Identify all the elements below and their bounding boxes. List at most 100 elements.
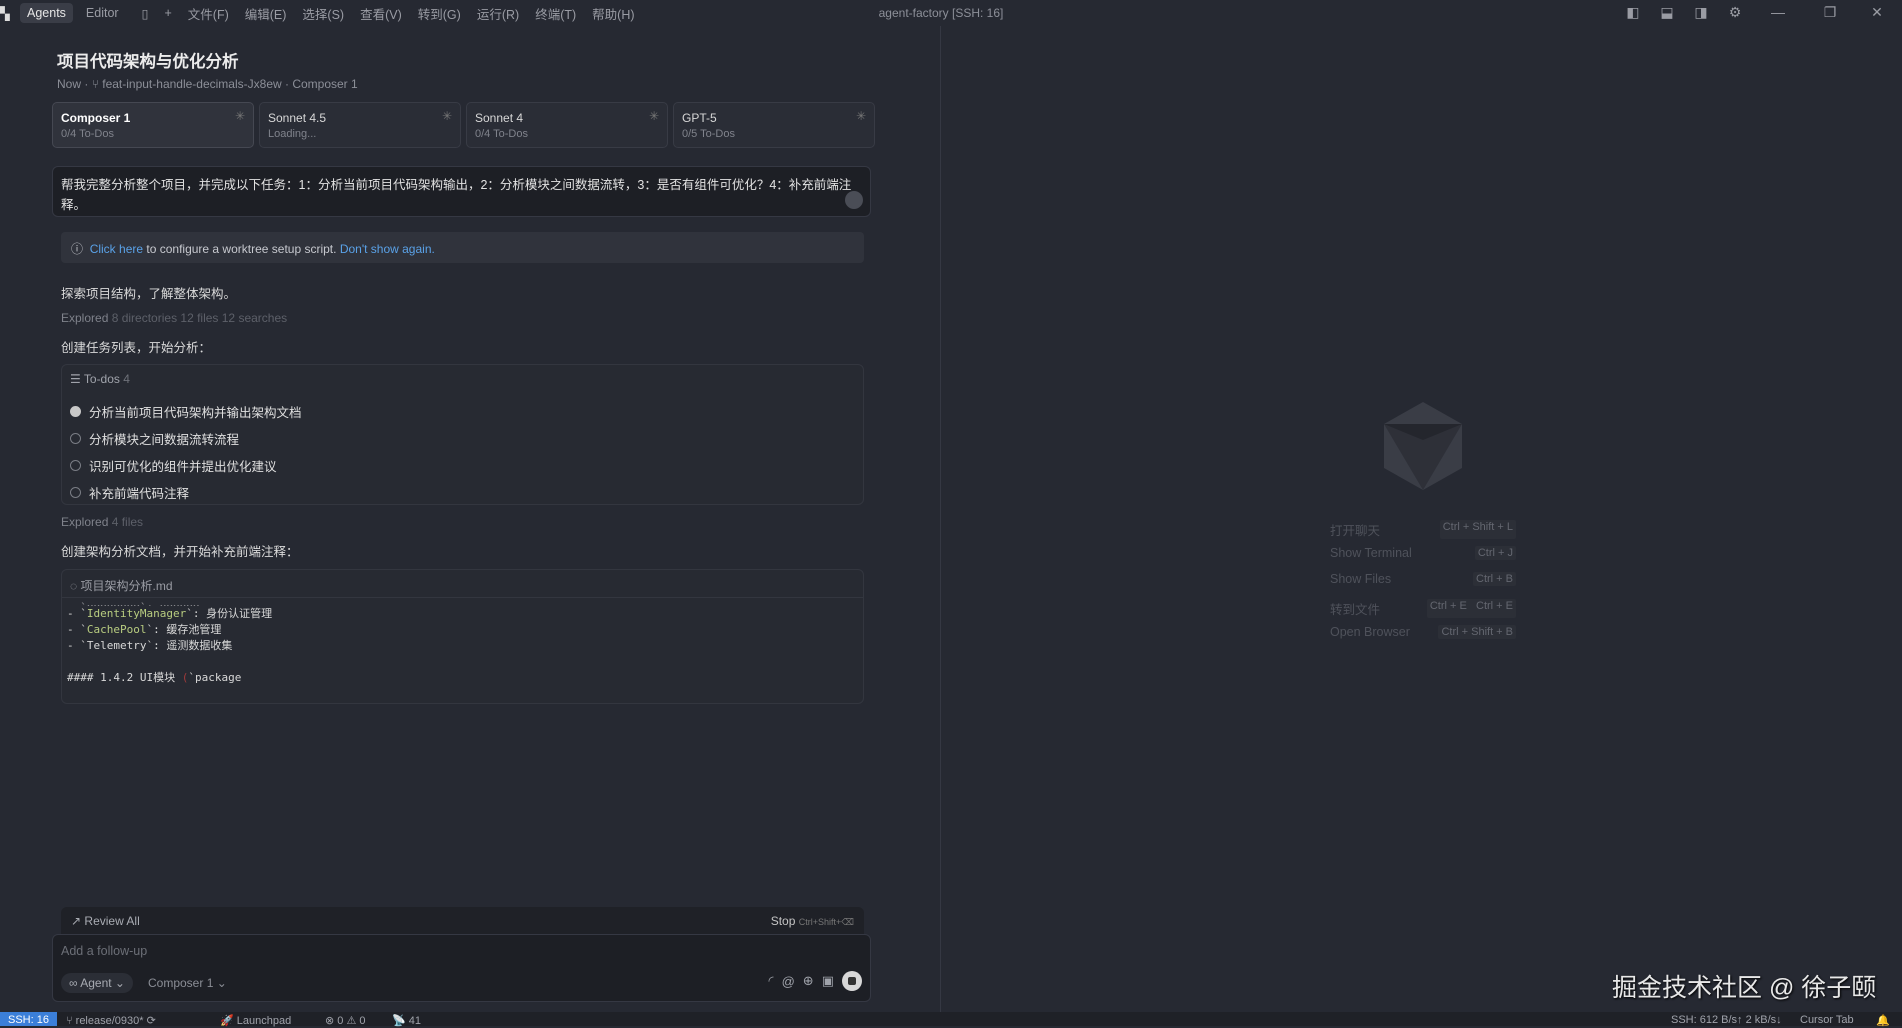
todo-title: To-dos [83, 372, 120, 386]
explored-summary[interactable]: Explored 8 directories 12 files 12 searc… [61, 311, 287, 325]
shortcut-keys: Ctrl + Shift + L [1439, 520, 1516, 539]
time-label: Now [57, 77, 82, 91]
cursor-tab-button[interactable]: Cursor Tab [1800, 1014, 1854, 1026]
explored-label: Explored [61, 311, 109, 325]
follow-up-input[interactable]: Add a follow-up ∞ Agent ⌄ Composer 1 ⌄ ◜… [52, 934, 871, 1002]
mode-label: Agent [80, 976, 112, 990]
ports-indicator[interactable]: 📡 41 [392, 1014, 421, 1027]
toggle-panel-icon[interactable]: ⬓ [1656, 4, 1678, 21]
branch-status[interactable]: ⑂ release/0930* ⟳ [66, 1014, 156, 1027]
ports-count: 41 [408, 1015, 422, 1027]
dont-show-again-link[interactable]: Don't show again. [340, 242, 435, 256]
stop-button[interactable]: Stop Ctrl+Shift+⌫ [771, 914, 854, 928]
review-all-button[interactable]: ↗ Review All [71, 914, 140, 928]
todo-item: 补充前端代码注释 [70, 483, 189, 502]
explored-summary[interactable]: Explored 4 files [61, 515, 143, 529]
model-dropdown[interactable]: Composer 1 ⌄ [148, 976, 227, 990]
remote-indicator[interactable]: SSH: 16 [0, 1012, 57, 1026]
card-status: 0/4 To-Dos [61, 128, 114, 140]
agent-card-gpt-5[interactable]: GPT-5 0/5 To-Dos ✳ [673, 102, 875, 148]
file-name: 项目架构分析.md [80, 579, 173, 593]
info-icon: ⓘ [71, 242, 84, 256]
launchpad-button[interactable]: 🚀 Launchpad [220, 1014, 291, 1027]
worktree-banner: ⓘ Click here to configure a worktree set… [61, 232, 864, 263]
cursor-logo-icon [1384, 402, 1462, 490]
agent-mode-dropdown[interactable]: ∞ Agent ⌄ [61, 973, 133, 993]
todo-item: 识别可优化的组件并提出优化建议 [70, 456, 277, 475]
input-placeholder: Add a follow-up [61, 944, 148, 958]
user-prompt: 帮我完整分析整个项目，并完成以下任务：1：分析当前项目代码架构输出，2：分析模块… [52, 166, 871, 217]
agent-card-sonnet-4-5[interactable]: Sonnet 4.5 Loading... ✳ [259, 102, 461, 148]
toggle-secondary-sidebar-icon[interactable]: ◨ [1690, 4, 1712, 21]
loading-spinner-icon: ◌ [70, 579, 78, 593]
network-indicator: SSH: 612 B/s↑ 2 kB/s↓ [1671, 1014, 1782, 1026]
list-icon: ☰ [70, 372, 81, 386]
shortcut-go-to-file: 转到文件 Ctrl + E Ctrl + E [1330, 599, 1516, 618]
sync-icon: ⟳ [146, 1015, 156, 1027]
loading-spinner-icon: ◜ [768, 973, 774, 988]
panel-divider[interactable] [940, 26, 941, 1014]
minimize-icon[interactable]: — [1758, 4, 1798, 21]
loading-spinner-icon: ✳ [234, 109, 245, 123]
code-line: - `CachePool`: 缓存池管理 [67, 623, 222, 636]
stop-shortcut: Ctrl+Shift+⌫ [798, 917, 854, 927]
assistant-message: 创建任务列表，开始分析： [61, 341, 212, 355]
at-mention-icon[interactable]: @ [782, 974, 795, 989]
explored-detail: 8 directories 12 files 12 searches [108, 311, 288, 325]
agent-card-sonnet-4[interactable]: Sonnet 4 0/4 To-Dos ✳ [466, 102, 668, 148]
agent-cards: Composer 1 0/4 To-Dos ✳ Sonnet 4.5 Loading.… [52, 102, 875, 148]
branch-name: feat-input-handle-decimals-Jx8ew [102, 77, 282, 91]
configure-link[interactable]: Click here [90, 242, 143, 256]
globe-icon[interactable]: ⊕ [803, 973, 814, 989]
todo-label: 识别可优化的组件并提出优化建议 [89, 460, 277, 474]
settings-gear-icon[interactable]: ⚙ [1724, 4, 1746, 21]
stop-label: Stop [770, 914, 796, 928]
todo-label: 补充前端代码注释 [89, 487, 190, 501]
infinity-icon: ∞ [69, 976, 78, 990]
branch-label: release/0930* [75, 1015, 144, 1027]
window-title: agent-factory [SSH: 16] [878, 6, 1004, 20]
in-progress-icon [70, 406, 81, 417]
problems-indicator[interactable]: ⊗ 0 ⚠ 0 [325, 1014, 365, 1027]
status-bar: SSH: 16 ⑂ release/0930* ⟳ 🚀 Launchpad ⊗ … [0, 1012, 1902, 1027]
pending-circle-icon [70, 487, 81, 498]
explored-detail: 4 files [108, 515, 144, 529]
card-status: 0/4 To-Dos [475, 128, 528, 140]
card-name: Composer 1 [61, 111, 131, 125]
shortcut-keys: Ctrl + E Ctrl + E [1426, 599, 1516, 618]
notifications-bell-icon[interactable]: 🔔 [1876, 1014, 1890, 1027]
model-label: Composer 1 [292, 77, 358, 91]
card-name: GPT-5 [682, 111, 717, 125]
assistant-message: 创建架构分析文档，并开始补充前端注释： [61, 545, 299, 559]
restore-icon[interactable]: ❐ [1810, 4, 1850, 21]
file-edit-preview: ◌ 项目架构分析.md - `xxxxxxxx`: xxxxxx- `Ident… [61, 569, 864, 704]
shortcut-label: Show Terminal [1330, 546, 1412, 560]
shortcut-keys: Ctrl + B [1473, 572, 1516, 586]
loading-spinner-icon: ✳ [441, 109, 452, 123]
pending-circle-icon [70, 460, 81, 471]
agent-card-composer-1[interactable]: Composer 1 0/4 To-Dos ✳ [52, 102, 254, 148]
code-line: - `IdentityManager`: 身份认证管理 [67, 607, 273, 620]
todo-label: 分析模块之间数据流转流程 [89, 433, 240, 447]
shortcut-label: Open Browser [1330, 625, 1410, 639]
shortcut-keys: Ctrl + Shift + B [1438, 625, 1516, 639]
code-preview: - `xxxxxxxx`: xxxxxx- `IdentityManager`:… [62, 598, 863, 688]
explored-label: Explored [61, 515, 109, 529]
image-icon[interactable]: ▣ [822, 973, 834, 989]
shortcut-show-terminal: Show Terminal Ctrl + J [1330, 546, 1516, 560]
toggle-primary-sidebar-icon[interactable]: ◧ [1622, 4, 1644, 21]
stop-generation-button[interactable] [842, 971, 862, 991]
model-label: Composer 1 [148, 976, 214, 990]
todo-item: 分析当前项目代码架构并输出架构文档 [70, 402, 302, 421]
shortcut-label: 打开聊天 [1330, 524, 1381, 538]
window-controls: ◧ ⬓ ◨ ⚙ — ❐ ✕ [1622, 4, 1892, 21]
close-icon[interactable]: ✕ [1862, 4, 1892, 21]
loading-spinner-icon: ✳ [855, 109, 866, 123]
shortcut-keys: Ctrl + J [1474, 546, 1516, 560]
stop-icon[interactable] [845, 191, 863, 209]
file-header[interactable]: ◌ 项目架构分析.md [62, 570, 863, 598]
branch-icon: ⑂ [91, 77, 99, 91]
todo-item: 分析模块之间数据流转流程 [70, 429, 239, 448]
card-status: Loading... [268, 128, 317, 140]
todo-header[interactable]: ☰ To-dos 4 [70, 372, 130, 386]
